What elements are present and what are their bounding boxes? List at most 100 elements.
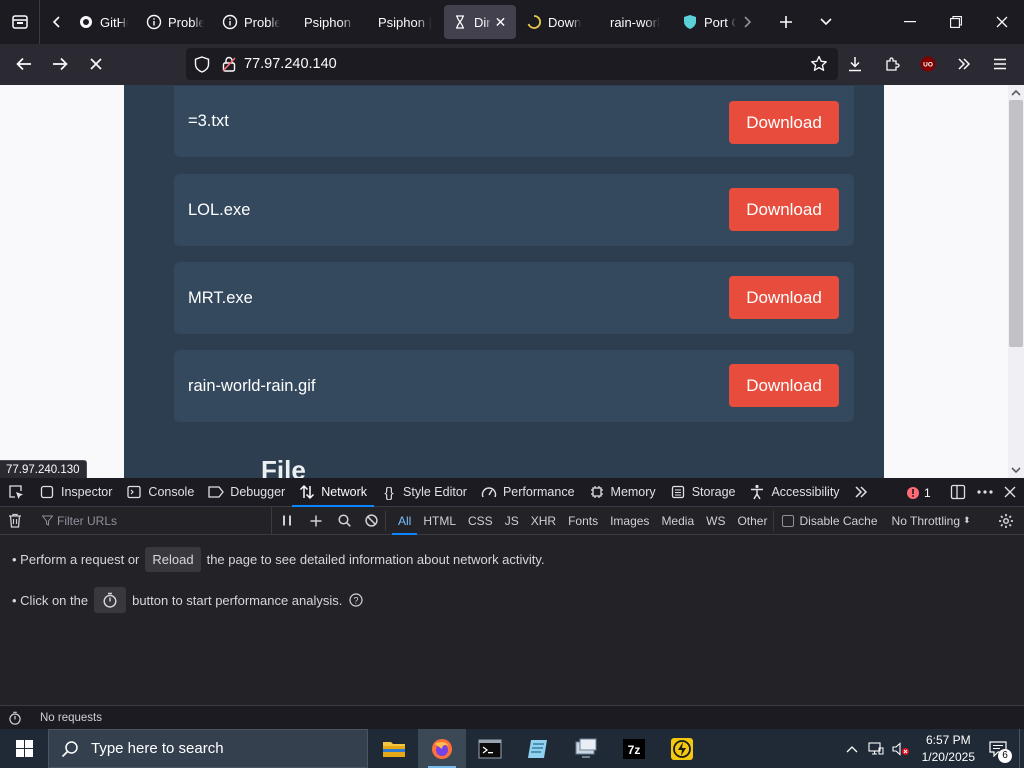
- taskbar-app-bolt[interactable]: [658, 729, 706, 768]
- scrollbar-thumb[interactable]: [1009, 100, 1023, 347]
- pause-recording-button[interactable]: [272, 515, 302, 526]
- scroll-down-arrow-icon[interactable]: [1011, 465, 1021, 475]
- tab-psiphon-1[interactable]: Psiphon -: [290, 5, 364, 39]
- download-button[interactable]: Download: [729, 188, 839, 231]
- new-request-button[interactable]: [302, 515, 330, 527]
- scroll-up-arrow-icon[interactable]: [1011, 88, 1021, 98]
- list-all-tabs-button[interactable]: [806, 0, 846, 44]
- filter-media[interactable]: Media: [655, 507, 700, 535]
- error-count-badge[interactable]: 1: [906, 478, 931, 507]
- extensions-button[interactable]: [874, 48, 910, 80]
- checkbox-box[interactable]: [782, 514, 795, 527]
- close-window-button[interactable]: [980, 0, 1024, 44]
- tab-directory-active[interactable]: Dir ✕: [444, 5, 516, 39]
- tab-downloading[interactable]: Down: [518, 5, 594, 39]
- network-status-button[interactable]: [868, 741, 884, 756]
- show-desktop-button[interactable]: [1019, 729, 1024, 768]
- start-button[interactable]: [0, 729, 48, 768]
- downloads-button[interactable]: [837, 48, 873, 80]
- taskbar-file-explorer[interactable]: [370, 729, 418, 768]
- disable-cache-checkbox[interactable]: Disable Cache: [782, 514, 878, 528]
- tab-console[interactable]: Console: [119, 478, 201, 507]
- tab-memory[interactable]: Memory: [582, 478, 663, 507]
- insecure-lock-icon[interactable]: [222, 56, 236, 72]
- filter-other[interactable]: Other: [731, 510, 775, 531]
- close-icon: [1004, 486, 1016, 498]
- network-settings-button[interactable]: [998, 513, 1014, 529]
- devtools-menu-button[interactable]: [976, 484, 994, 500]
- filter-js[interactable]: JS: [499, 507, 525, 535]
- download-button[interactable]: Download: [729, 276, 839, 319]
- throttling-select[interactable]: No Throttling ⬍: [892, 514, 971, 528]
- filter-xhr[interactable]: XHR: [525, 507, 562, 535]
- dock-options-button[interactable]: [950, 484, 966, 500]
- taskbar-terminal[interactable]: [466, 729, 514, 768]
- app-menu-button[interactable]: [982, 48, 1018, 80]
- tab-storage[interactable]: Storage: [663, 478, 743, 507]
- download-button[interactable]: Download: [729, 364, 839, 407]
- filter-urls-input[interactable]: Filter URLs: [30, 506, 272, 535]
- filter-ws[interactable]: WS: [700, 507, 731, 535]
- show-hidden-icons-button[interactable]: [846, 745, 858, 753]
- address-bar[interactable]: 77.97.240.140: [186, 48, 838, 80]
- start-performance-analysis-button[interactable]: [94, 587, 127, 613]
- bookmark-star-icon[interactable]: [810, 55, 828, 73]
- search-requests-button[interactable]: [330, 514, 358, 527]
- block-requests-button[interactable]: [358, 510, 386, 531]
- taskbar-search-box[interactable]: Type here to search: [48, 729, 368, 768]
- notification-center-button[interactable]: 6: [989, 740, 1012, 763]
- restore-button[interactable]: [934, 0, 978, 44]
- forward-button[interactable]: [42, 48, 78, 80]
- page-scrollbar[interactable]: [1008, 85, 1024, 478]
- tab-inspector[interactable]: Inspector: [32, 478, 119, 507]
- more-tools-overflow-button[interactable]: [847, 478, 875, 507]
- svg-text:7z: 7z: [628, 743, 641, 757]
- tab-performance[interactable]: Performance: [474, 478, 582, 507]
- reload-button[interactable]: Reload: [145, 547, 201, 572]
- taskbar-clock[interactable]: 6:57 PM 1/20/2025: [922, 732, 975, 766]
- double-chevron-right-icon: [958, 58, 971, 70]
- new-tab-button[interactable]: [766, 0, 806, 44]
- filter-fonts[interactable]: Fonts: [562, 507, 604, 535]
- file-name: =3.txt: [188, 112, 229, 130]
- element-picker-button[interactable]: [0, 478, 32, 507]
- filter-css[interactable]: CSS: [462, 507, 499, 535]
- more-tools-button[interactable]: [946, 48, 982, 80]
- inspector-icon: [39, 484, 55, 500]
- tab-github[interactable]: GitHub: [74, 5, 136, 39]
- volume-button[interactable]: [892, 741, 910, 756]
- tabs-scroll-right-button[interactable]: [730, 0, 764, 44]
- url-text[interactable]: 77.97.240.140: [244, 56, 337, 72]
- close-tab-icon[interactable]: ✕: [495, 14, 507, 31]
- tab-accessibility[interactable]: Accessibility: [742, 478, 846, 507]
- filter-images[interactable]: Images: [604, 507, 655, 535]
- tab-network[interactable]: Network: [292, 478, 374, 507]
- tab-label: GitHub: [100, 14, 128, 30]
- firefox-view-button[interactable]: [0, 0, 40, 44]
- tab-debugger[interactable]: Debugger: [201, 478, 292, 507]
- gear-icon: [999, 514, 1013, 528]
- filter-all[interactable]: All: [392, 507, 417, 535]
- tab-style-editor[interactable]: {} Style Editor: [374, 478, 474, 507]
- tracking-protection-icon[interactable]: [194, 55, 210, 73]
- taskbar-app-monitor[interactable]: [562, 729, 610, 768]
- help-icon[interactable]: ?: [349, 593, 363, 607]
- tab-problem-1[interactable]: Problem: [138, 5, 212, 39]
- back-button[interactable]: [6, 48, 42, 80]
- taskbar-7zip[interactable]: 7z: [610, 729, 658, 768]
- minimize-button[interactable]: [888, 0, 932, 44]
- taskbar-app-blue[interactable]: [514, 729, 562, 768]
- performance-analysis-button[interactable]: [0, 711, 30, 725]
- stop-loading-button[interactable]: [78, 48, 114, 80]
- clear-requests-button[interactable]: [0, 513, 30, 528]
- ublock-origin-button[interactable]: UO: [910, 48, 946, 80]
- close-devtools-button[interactable]: [1004, 486, 1016, 498]
- tab-rain-world[interactable]: rain-worl: [596, 5, 672, 39]
- tab-problem-2[interactable]: Problem: [214, 5, 288, 39]
- stopwatch-icon: [9, 711, 21, 725]
- tab-psiphon-2[interactable]: Psiphon |: [366, 5, 442, 39]
- taskbar-firefox[interactable]: [418, 729, 466, 768]
- download-button[interactable]: Download: [729, 101, 839, 144]
- filter-html[interactable]: HTML: [417, 507, 462, 535]
- tabs-scroll-left-button[interactable]: [40, 0, 74, 44]
